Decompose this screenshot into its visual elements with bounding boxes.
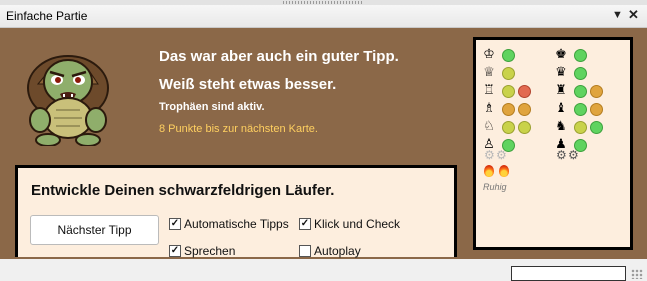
white-activity-dot [518, 85, 531, 98]
flame-icon [499, 165, 509, 177]
next-tip-button[interactable]: Nächster Tipp [30, 215, 159, 245]
white-piece-icon: ♔ [483, 47, 495, 62]
panel-titlebar: Einfache Partie ▼ ✕ [0, 5, 647, 28]
points-to-next-card: 8 Punkte bis zur nächsten Karte. [159, 123, 318, 135]
option-automatic-tips-label: Automatische Tipps [184, 217, 289, 231]
position-evaluation: Weiß steht etwas besser. [159, 76, 337, 93]
checkbox-click-and-check[interactable]: ✓ [299, 218, 311, 230]
tip-box: Entwickle Deinen schwarzfeldrigen Läufer… [15, 165, 457, 258]
trophies-status: Trophäen sind aktiv. [159, 101, 265, 113]
white-activity-dot [502, 67, 515, 80]
white-activity-dot [502, 49, 515, 62]
black-activity-dot [574, 85, 587, 98]
status-bar [0, 259, 647, 281]
black-piece-icon: ♛ [555, 65, 567, 80]
white-activity-dot [502, 85, 515, 98]
white-piece-icon: ♕ [483, 65, 495, 80]
option-speak-label: Sprechen [184, 244, 236, 258]
panel-title: Einfache Partie [6, 9, 88, 23]
panel-menu-chevron-icon[interactable]: ▼ [612, 7, 623, 23]
black-piece-icon: ♝ [555, 101, 567, 116]
coach-message: Das war aber auch ein guter Tipp. [159, 48, 399, 65]
splitter-grip[interactable] [283, 1, 363, 4]
white-piece-icon: ♖ [483, 83, 495, 98]
checkbox-autoplay[interactable] [299, 245, 311, 257]
status-field [511, 266, 626, 281]
white-piece-icon: ♙ [483, 137, 495, 152]
white-activity-dot [518, 103, 531, 116]
tip-text: Entwickle Deinen schwarzfeldrigen Läufer… [31, 182, 335, 199]
option-speak[interactable]: ✓ Sprechen [169, 244, 235, 258]
option-autoplay-label: Autoplay [314, 244, 361, 258]
white-activity-dot [502, 103, 515, 116]
resize-grip[interactable] [631, 269, 643, 279]
white-activity-dot [502, 121, 515, 134]
black-piece-icon: ♚ [555, 47, 567, 62]
flame-icon [484, 165, 494, 177]
white-piece-icon: ♘ [483, 119, 495, 134]
black-piece-icon: ♟ [555, 137, 567, 152]
white-activity-dot [502, 139, 515, 152]
black-activity-dot [574, 49, 587, 62]
option-click-and-check[interactable]: ✓ Klick und Check [299, 217, 400, 231]
black-activity-dot [590, 121, 603, 134]
black-piece-icon: ♜ [555, 83, 567, 98]
black-activity-dot [574, 121, 587, 134]
black-activity-dot [574, 103, 587, 116]
black-activity-dot [574, 139, 587, 152]
black-activity-dot [574, 67, 587, 80]
piece-activity-box: ⚙ ⚙ ⚙ ⚙ Ruhig ♔ ♕ ♖ ♗ ♘ ♙ ♚ ♛ ♜ ♝ ♞ ♟ [473, 37, 633, 250]
turtle-mascot-icon [27, 55, 109, 146]
panel-close-icon[interactable]: ✕ [628, 7, 639, 23]
checkbox-automatic-tips[interactable]: ✓ [169, 218, 181, 230]
black-activity-dot [590, 103, 603, 116]
option-autoplay[interactable]: Autoplay [299, 244, 361, 258]
black-piece-icon: ♞ [555, 119, 567, 134]
black-activity-dot [590, 85, 603, 98]
coach-panel: Das war aber auch ein guter Tipp. Weiß s… [0, 28, 647, 259]
checkbox-speak[interactable]: ✓ [169, 245, 181, 257]
game-mood-label: Ruhig [483, 182, 507, 192]
option-click-and-check-label: Klick und Check [314, 217, 401, 231]
option-automatic-tips[interactable]: ✓ Automatische Tipps [169, 217, 289, 231]
white-piece-icon: ♗ [483, 101, 495, 116]
white-activity-dot [518, 121, 531, 134]
